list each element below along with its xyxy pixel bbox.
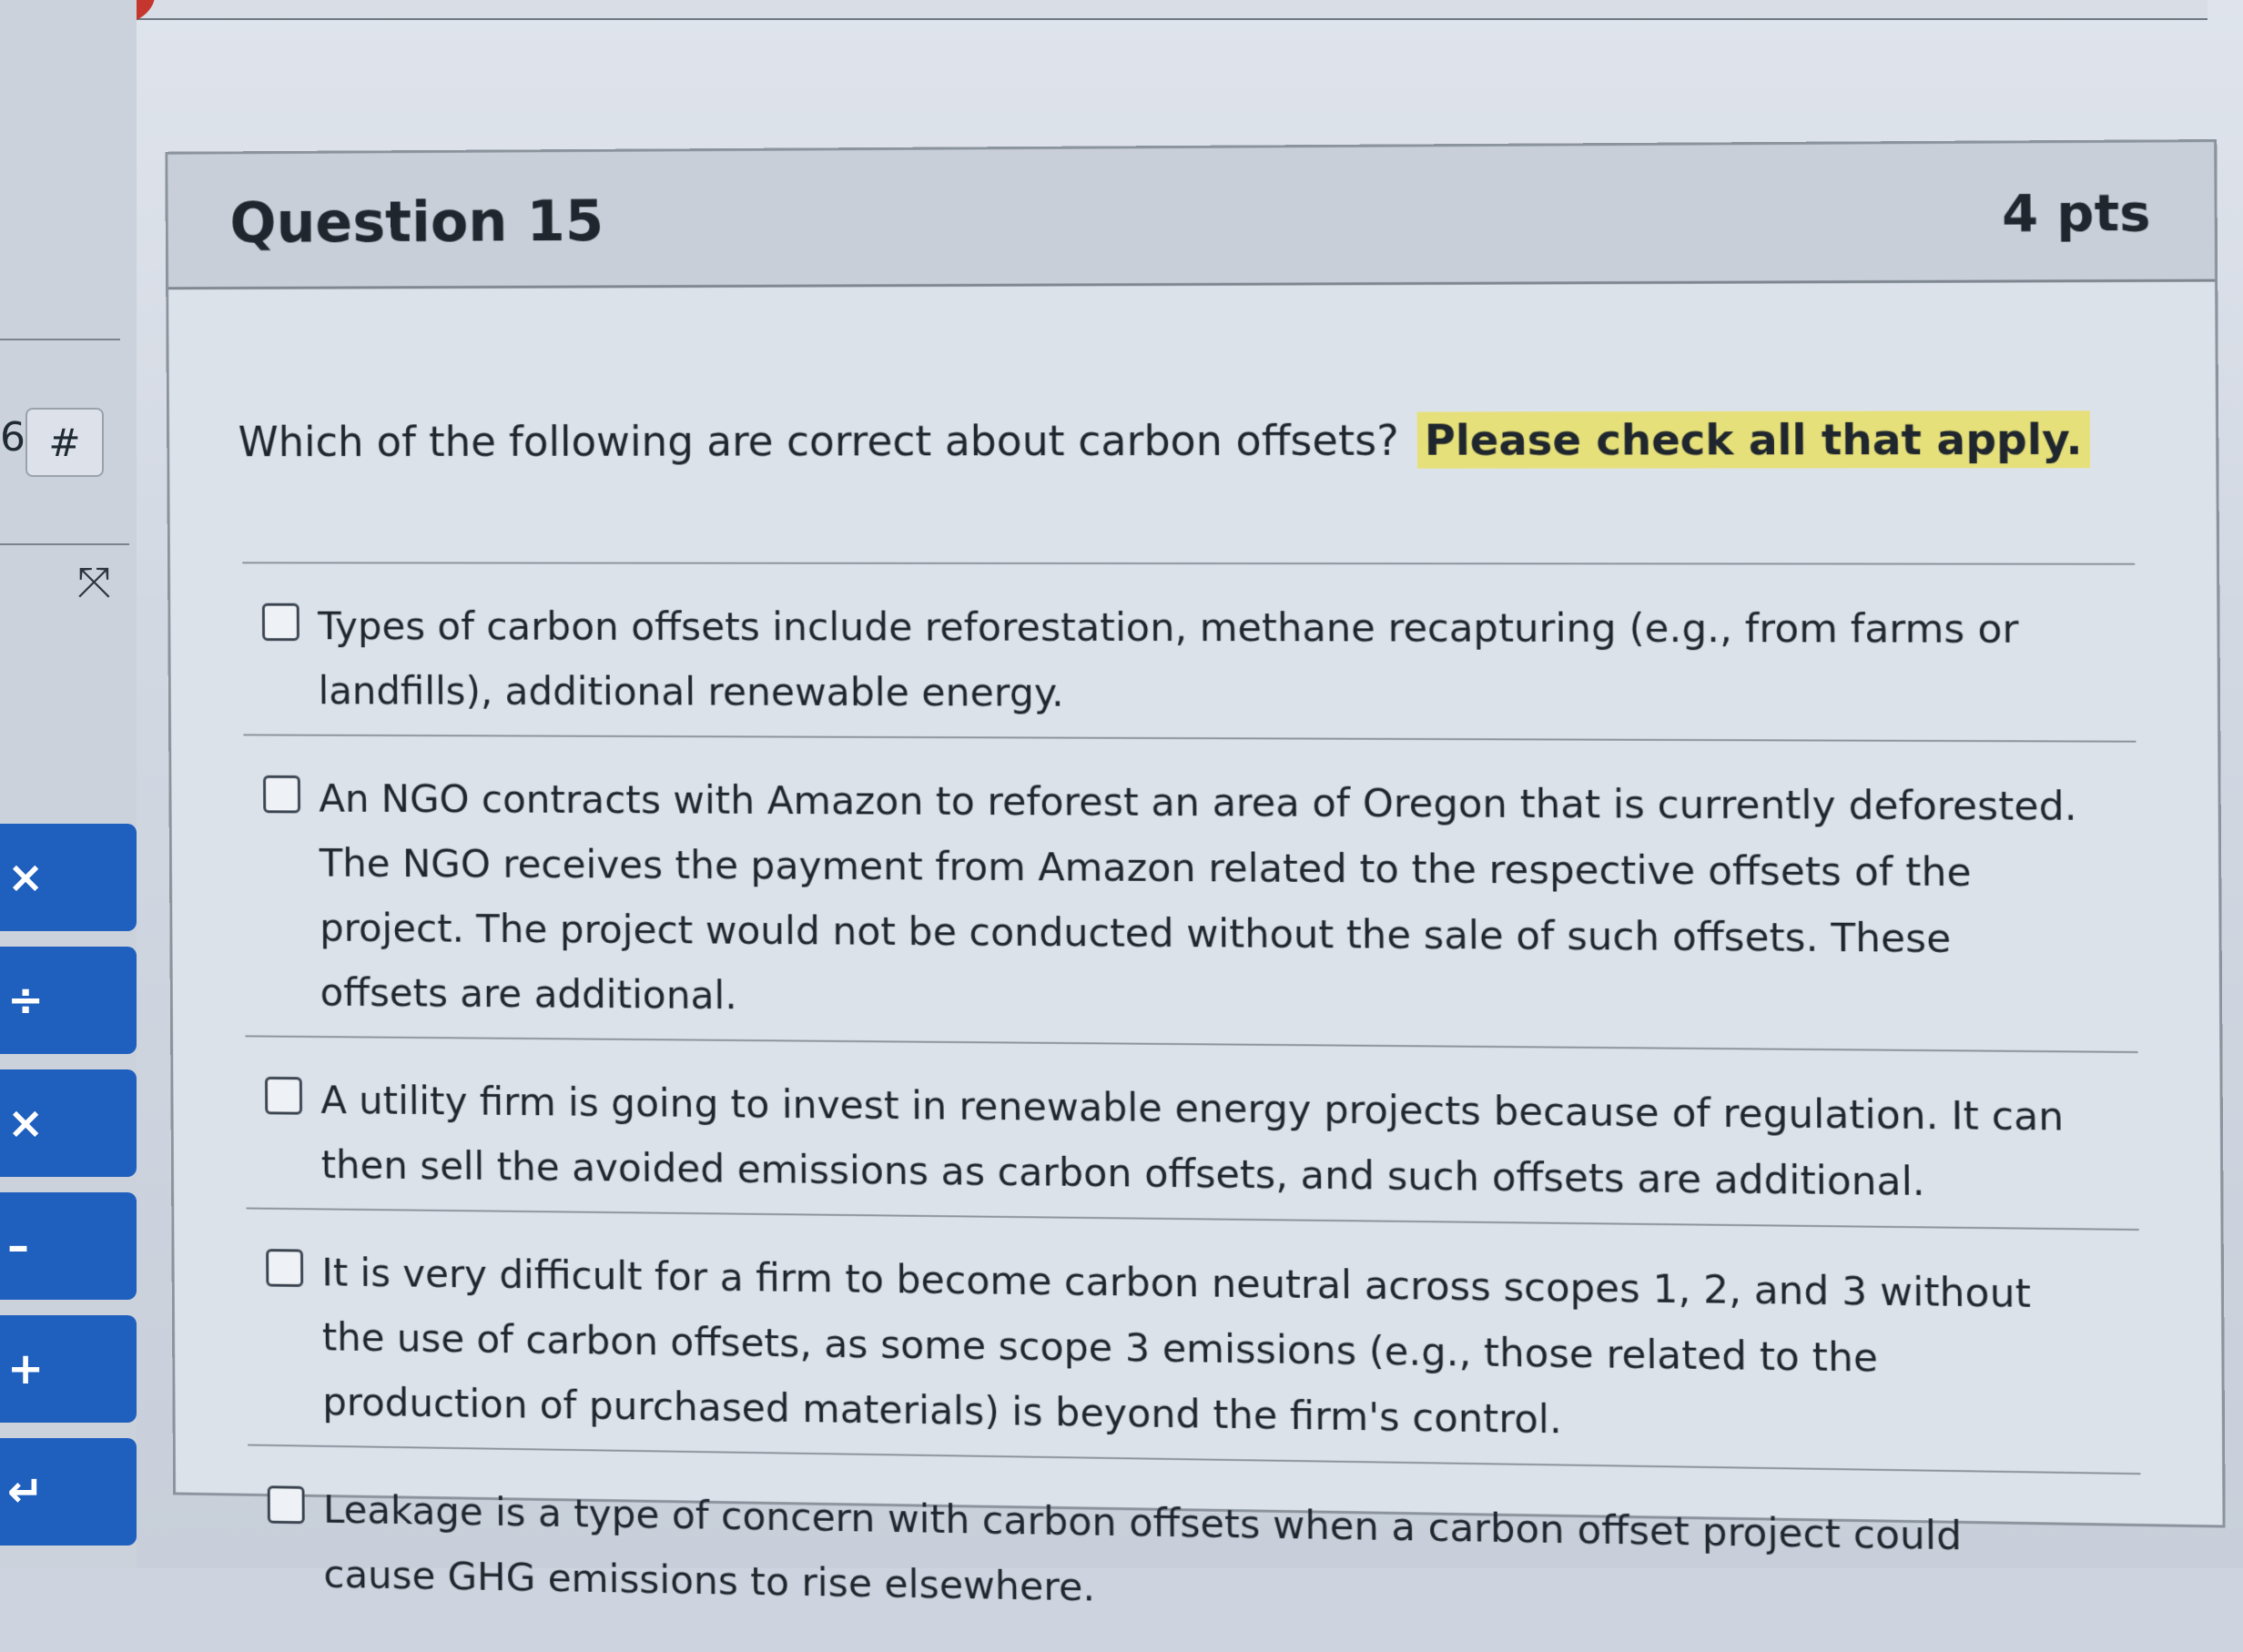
left-divider-bottom [0,543,129,545]
left-divider-top [0,339,120,340]
answer-checkbox-4[interactable] [266,1249,304,1287]
plus-button[interactable]: + [0,1315,137,1423]
answer-option-4[interactable]: It is very difficult for a firm to becom… [247,1209,2141,1473]
divide-icon: ÷ [7,975,45,1026]
answer-label-4: It is very difficult for a firm to becom… [321,1250,2032,1444]
question-instruction-highlight: Please check all that apply. [1416,410,2090,469]
enter-button[interactable]: ↵ [0,1438,137,1546]
top-browser-strip [137,0,2207,20]
collapse-arrows-icon[interactable]: ⤧ [77,557,111,608]
answer-checkbox-3[interactable] [265,1076,303,1115]
answer-option-2[interactable]: An NGO contracts with Amazon to reforest… [243,735,2137,1051]
question-card: Question 15 4 pts Which of the following… [165,138,2226,1611]
answer-checkbox-2[interactable] [263,775,301,814]
question-points: 4 pts [2002,183,2151,244]
question-prompt-text: Which of the following are correct about… [238,415,1399,466]
hash-label: # [48,420,81,465]
answer-checkbox-5[interactable] [267,1485,305,1525]
times-button[interactable]: × [0,1069,137,1177]
answer-option-3[interactable]: A utility firm is going to invest in ren… [245,1037,2138,1229]
times-icon: × [7,1098,45,1149]
question-title: Question 15 [229,187,604,256]
answer-label-3: A utility firm is going to invest in ren… [320,1078,2065,1206]
question-header: Question 15 4 pts [167,142,2216,290]
enter-icon: ↵ [7,1466,45,1517]
question-number-fragment: 6 [0,414,25,461]
answer-option-1[interactable]: Types of carbon offsets include reforest… [242,563,2136,740]
answer-label-1: Types of carbon offsets include reforest… [318,603,2019,716]
multiply-icon: × [7,852,45,903]
minus-icon: – [7,1221,29,1272]
multiply-button[interactable]: × [0,824,137,931]
answer-label-2: An NGO contracts with Amazon to reforest… [319,776,2077,1019]
question-hash-button[interactable]: # [25,408,104,477]
answer-label-5: Leakage is a type of concern with carbon… [322,1487,1963,1611]
question-prompt: Which of the following are correct about… [238,410,2090,470]
plus-icon: + [7,1343,45,1394]
answer-option-5[interactable]: Leakage is a type of concern with carbon… [248,1446,2142,1651]
divide-button[interactable]: ÷ [0,947,137,1054]
minus-button[interactable]: – [0,1192,137,1300]
answer-list: Types of carbon offsets include reforest… [242,562,2141,1650]
left-tools-panel: 6 # ⤧ × ÷ × – + ↵ [0,0,137,1568]
answer-checkbox-1[interactable] [261,603,299,642]
